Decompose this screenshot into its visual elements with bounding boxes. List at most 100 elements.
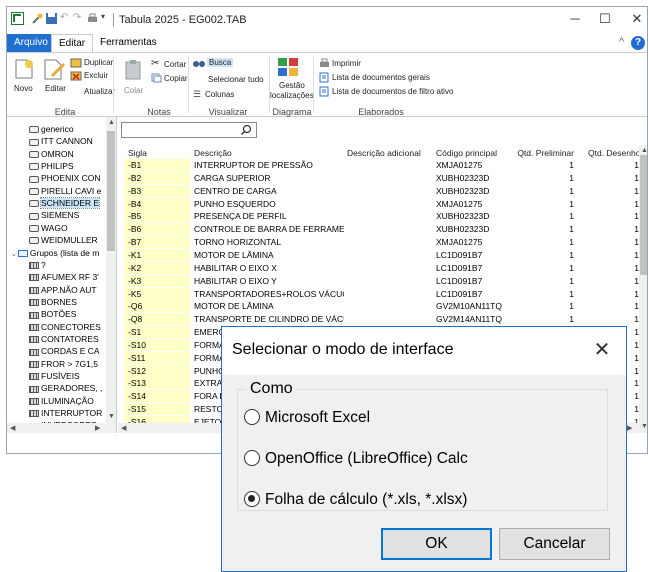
tree-item[interactable]: INTERRUPTOR xyxy=(29,407,102,419)
print-button[interactable]: Imprimir xyxy=(332,59,361,68)
scroll-right-icon[interactable]: ▶ xyxy=(95,424,100,432)
expand-toggle-icon[interactable]: ⌄ xyxy=(11,251,17,258)
radio-unchecked-icon[interactable] xyxy=(244,450,260,466)
columns-button[interactable]: Colunas xyxy=(205,90,234,99)
tree-item[interactable]: generico xyxy=(29,123,74,135)
sigla-cell: -K5 xyxy=(124,287,190,300)
group-label-elaborados: Elaborados xyxy=(358,107,404,117)
undo-icon[interactable]: ↶ xyxy=(60,12,73,25)
save-icon[interactable] xyxy=(45,12,58,25)
tree-item[interactable]: CONTATORES xyxy=(29,333,99,345)
tree-item[interactable]: ITT CANNON xyxy=(29,135,93,147)
tree-item[interactable]: FUSÍVEIS xyxy=(29,370,80,382)
minimize-button[interactable]: ─ xyxy=(565,11,585,27)
tree-item[interactable]: SIEMENS xyxy=(29,209,79,221)
tree-item[interactable]: WAGO xyxy=(29,222,68,234)
filtered-docs-list-button[interactable]: Lista de documentos de filtro ativo xyxy=(332,87,453,96)
tree-item[interactable]: OMRON xyxy=(29,148,74,160)
dialog-close-button[interactable]: ✕ xyxy=(590,337,614,362)
tree-item[interactable]: SCHNEIDER E xyxy=(29,197,101,210)
table-row[interactable]: -K3 HABILITAR O EIXO Y LC1D091B7 1 1 xyxy=(118,274,647,287)
scroll-up-icon[interactable]: ▲ xyxy=(641,147,647,154)
column-header[interactable]: Sigla xyxy=(128,147,188,159)
paste-button[interactable]: Colar xyxy=(124,86,143,95)
tree-item[interactable]: BOTÕES xyxy=(29,308,76,320)
tab-edit[interactable]: Editar xyxy=(51,34,94,52)
maximize-button[interactable]: ☐ xyxy=(595,11,615,27)
additional-description-cell xyxy=(347,249,433,261)
scroll-left-icon[interactable]: ◀ xyxy=(10,424,15,432)
column-header[interactable]: Código principal xyxy=(436,147,508,159)
table-row[interactable]: -B3 CENTRO DE CARGA XUBH02323D 1 1 xyxy=(118,184,647,197)
collapse-ribbon-icon[interactable]: ^ xyxy=(619,36,624,48)
radio-checked-icon[interactable] xyxy=(244,491,260,507)
column-header[interactable]: Qtd. Preliminar xyxy=(510,147,574,159)
radio-option[interactable]: OpenOffice (LibreOffice) Calc xyxy=(244,450,468,470)
tree-item[interactable]: APP.NÃO AUT xyxy=(29,284,97,296)
tree-item[interactable]: CORDAS E CA xyxy=(29,345,100,357)
tab-tools[interactable]: Ferramentas xyxy=(93,34,164,52)
scroll-up-icon[interactable]: ▲ xyxy=(108,119,115,126)
tree-item[interactable]: ? xyxy=(29,259,46,271)
scroll-down-icon[interactable]: ▼ xyxy=(641,423,647,430)
radio-unchecked-icon[interactable] xyxy=(244,409,260,425)
refresh-button[interactable]: Atualizar xyxy=(84,87,115,96)
print-icon[interactable] xyxy=(86,12,99,25)
tree-horizontal-scrollbar[interactable]: ◀ ▶ xyxy=(7,423,107,433)
tree-item[interactable]: PIRELLI CAVI e xyxy=(29,185,101,197)
radio-option[interactable]: Microsoft Excel xyxy=(244,409,370,429)
tree-item[interactable]: CONECTORES xyxy=(29,321,101,333)
cancel-button[interactable]: Cancelar xyxy=(499,528,610,560)
search-button[interactable]: Busca xyxy=(207,58,234,67)
column-header[interactable]: Qtd. Desenho xyxy=(588,147,639,159)
redo-icon[interactable]: ↷ xyxy=(73,12,86,25)
tree-item[interactable]: ⌄ Grupos (lista de m xyxy=(11,247,99,259)
copy-button[interactable]: Copiar xyxy=(164,74,188,83)
table-row[interactable]: -B1 INTERRUPTOR DE PRESSÃO XMJA01275 1 1 xyxy=(118,159,647,171)
wrench-icon[interactable] xyxy=(31,12,44,25)
select-all-button[interactable]: Selecionar tudo xyxy=(208,75,264,84)
grid-search-input[interactable] xyxy=(121,122,257,138)
table-row[interactable]: -Q8 TRANSPORTE DE CILINDRO DE VÁCUO GV2M14… xyxy=(118,313,647,326)
tab-file[interactable]: Arquivo xyxy=(7,34,55,52)
table-row[interactable]: -B7 TORNO HORIZONTAL XMJA01275 1 1 xyxy=(118,236,647,249)
scroll-left-icon[interactable]: ◀ xyxy=(121,424,126,432)
duplicate-button[interactable]: Duplicar xyxy=(84,58,113,67)
tree-item[interactable]: ILUMINAÇÃO xyxy=(29,395,94,407)
close-button[interactable]: ✕ xyxy=(627,11,647,27)
table-row[interactable]: -K1 MOTOR DE LÂMINA LC1D091B7 1 1 xyxy=(118,248,647,261)
tree-vertical-scrollbar[interactable]: ▲ ▼ xyxy=(106,117,116,433)
scroll-right-icon[interactable]: ▶ xyxy=(627,424,632,432)
table-row[interactable]: -B2 CARGA SUPERIOR XUBH02323D 1 1 xyxy=(118,171,647,184)
locations-management-label[interactable]: Gestão xyxy=(279,81,305,90)
table-row[interactable]: -B6 CONTROLE DE BARRA DE FERRAMENT... XUBH… xyxy=(118,223,647,236)
edit-button[interactable]: Editar xyxy=(45,84,66,93)
locations-management-sublabel[interactable]: localizações xyxy=(270,91,314,100)
tree-item[interactable]: FROR > 7G1,5 xyxy=(29,358,98,370)
table-row[interactable]: -B5 PRESENÇA DE PERFIL XUBH02323D 1 1 xyxy=(118,210,647,223)
ok-button[interactable]: OK xyxy=(381,528,492,560)
table-row[interactable]: -Q6 MOTOR DE LÂMINA GV2M10AN11TQ 1 1 xyxy=(118,300,647,313)
table-row[interactable]: -K5 TRANSPORTADORES+ROLOS VÁCUO LC1D091B7 1… xyxy=(118,287,647,300)
general-docs-list-button[interactable]: Lista de documentos gerais xyxy=(332,73,430,82)
new-button[interactable]: Novo xyxy=(14,84,33,93)
delete-button[interactable]: Excluir xyxy=(84,71,108,80)
table-row[interactable]: -B4 PUNHO ESQUERDO XMJA01275 1 1 xyxy=(118,197,647,210)
tree-item[interactable]: PHILIPS xyxy=(29,160,74,172)
scroll-thumb[interactable] xyxy=(107,131,115,251)
tree-item[interactable]: PHOENIX CON xyxy=(29,172,101,184)
column-header[interactable]: Descrição adicional xyxy=(347,147,433,159)
help-icon[interactable]: ? xyxy=(631,36,645,50)
search-icon[interactable] xyxy=(240,124,252,136)
table-row[interactable]: -K2 HABILITAR O EIXO X LC1D091B7 1 1 xyxy=(118,261,647,274)
column-header[interactable]: Descrição xyxy=(194,147,344,159)
scroll-down-icon[interactable]: ▼ xyxy=(108,413,115,420)
tree-item[interactable]: AFUMEX RF 3' xyxy=(29,271,99,283)
tree-item[interactable]: GERADORES, , xyxy=(29,382,102,394)
scroll-thumb[interactable] xyxy=(640,155,647,275)
tree-item[interactable]: WEIDMULLER xyxy=(29,234,98,246)
cut-button[interactable]: Cortar xyxy=(164,60,186,69)
tree-item[interactable]: BORNES xyxy=(29,296,77,308)
grid-vertical-scrollbar[interactable]: ▲ ▼ xyxy=(639,145,647,433)
radio-option[interactable]: Folha de cálculo (*.xls, *.xlsx) xyxy=(244,491,467,511)
